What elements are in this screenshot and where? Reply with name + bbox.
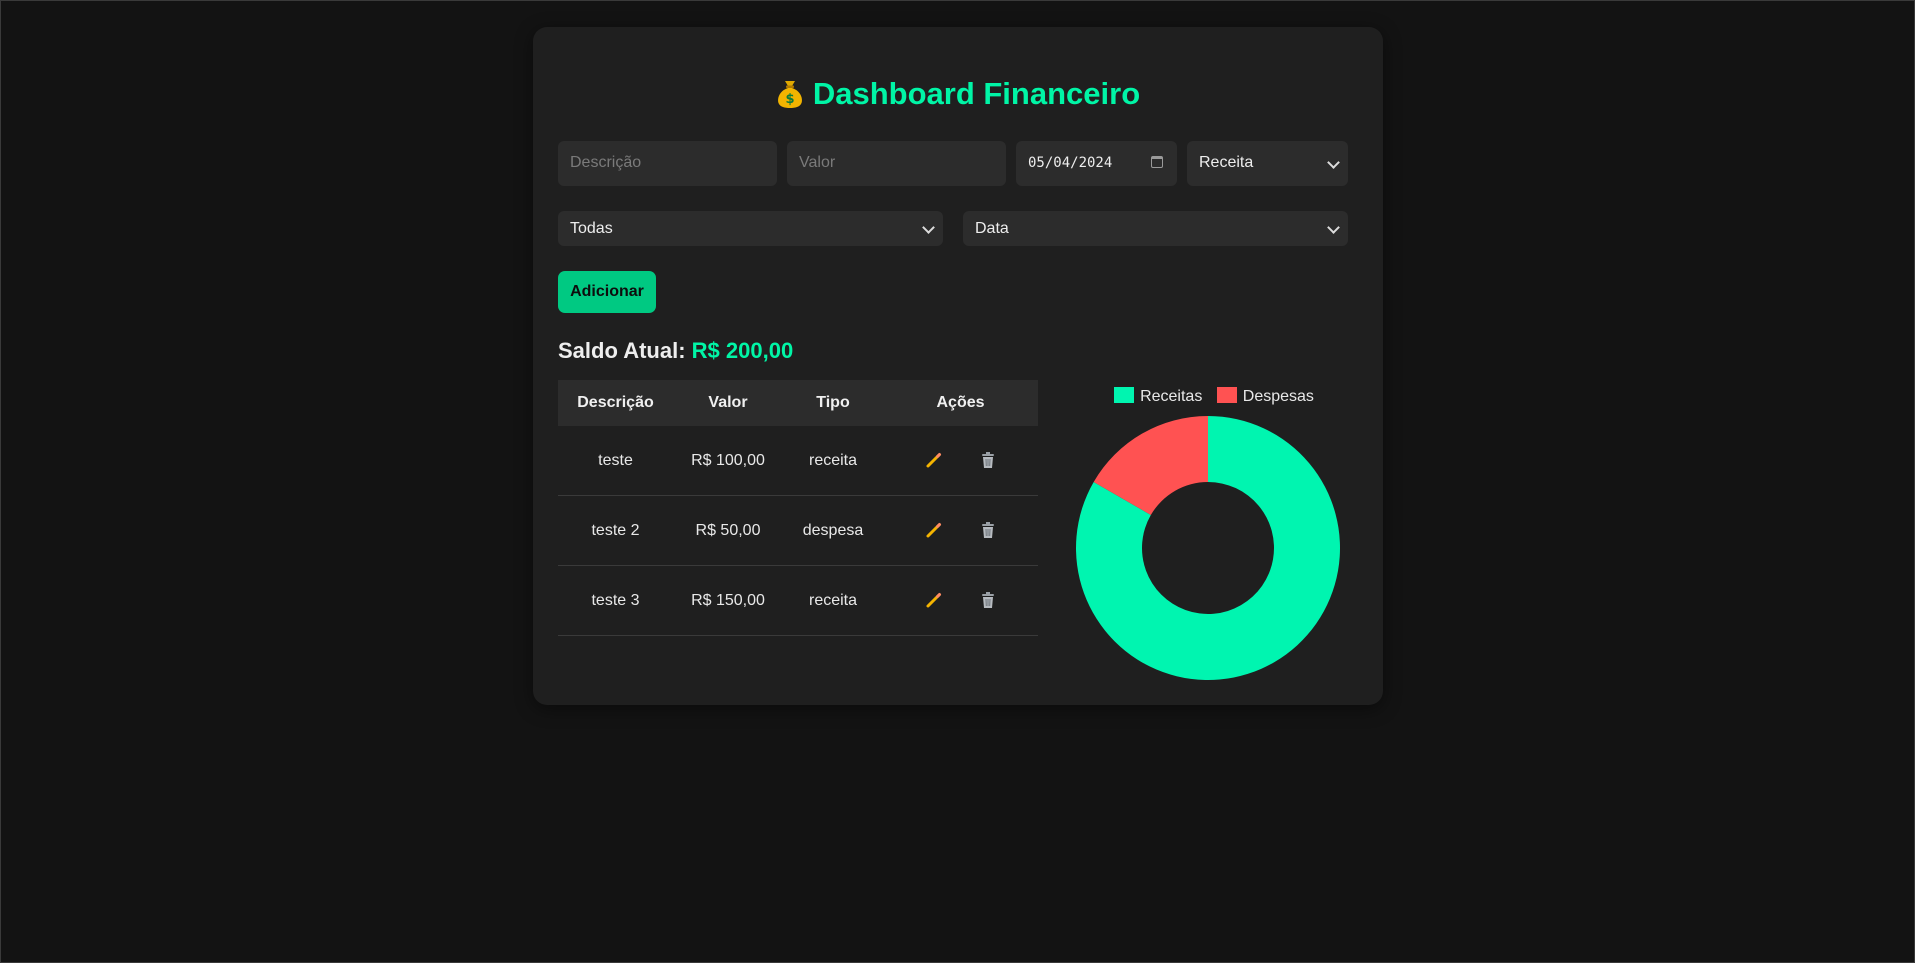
row-description: teste 2 [558, 495, 673, 566]
column-header-actions: Ações [883, 380, 1038, 426]
svg-text:$: $ [785, 92, 794, 107]
add-button[interactable]: Adicionar [558, 271, 656, 313]
column-header-value: Valor [673, 380, 783, 426]
donut-chart-svg [1076, 416, 1340, 680]
calendar-icon[interactable] [1151, 156, 1163, 168]
table-row: teste 2 R$ 50,00 despesa [558, 495, 1038, 566]
balance: Saldo Atual: R$ 200,00 [558, 334, 793, 368]
date-input[interactable]: 05/04/2024 [1016, 141, 1177, 186]
row-value: R$ 50,00 [673, 495, 783, 566]
row-type: receita [783, 426, 883, 496]
column-header-description: Descrição [558, 380, 673, 426]
value-input[interactable]: Valor [787, 141, 1006, 186]
transactions-table: Descrição Valor Tipo Ações teste R$ 100,… [558, 380, 1038, 636]
page-title: $ Dashboard Financeiro [0, 74, 1915, 114]
description-input[interactable]: Descrição [558, 141, 777, 186]
date-value: 05/04/2024 [1028, 155, 1113, 171]
page-title-text: Dashboard Financeiro [812, 76, 1141, 111]
sort-select[interactable]: Data [963, 211, 1348, 246]
edit-pencil-icon[interactable] [925, 451, 943, 469]
money-bag-icon: $ [777, 81, 802, 108]
type-select-value: Receita [1199, 154, 1254, 171]
sort-select-value: Data [975, 220, 1009, 237]
row-actions [883, 565, 1038, 636]
filter-select-value: Todas [570, 220, 613, 237]
row-value: R$ 100,00 [673, 426, 783, 496]
balance-amount: R$ 200,00 [691, 338, 794, 363]
row-value: R$ 150,00 [673, 565, 783, 636]
row-actions [883, 426, 1038, 496]
chevron-down-icon [922, 220, 935, 234]
row-type: despesa [783, 495, 883, 566]
chevron-down-icon [1327, 155, 1340, 169]
trash-icon[interactable] [979, 451, 997, 469]
chevron-down-icon [1327, 220, 1340, 234]
trash-icon[interactable] [979, 521, 997, 539]
trash-icon[interactable] [979, 591, 997, 609]
value-placeholder: Valor [799, 154, 836, 171]
row-description: teste [558, 426, 673, 496]
row-description: teste 3 [558, 565, 673, 636]
edit-pencil-icon[interactable] [925, 591, 943, 609]
table-header-row: Descrição Valor Tipo Ações [558, 380, 1038, 426]
description-placeholder: Descrição [570, 154, 642, 171]
type-select[interactable]: Receita [1187, 141, 1348, 186]
donut-chart: Receitas Despesas [1064, 380, 1364, 690]
balance-label: Saldo Atual: [558, 338, 686, 363]
edit-pencil-icon[interactable] [925, 521, 943, 539]
table-row: teste 3 R$ 150,00 receita [558, 565, 1038, 636]
column-header-type: Tipo [783, 380, 883, 426]
table-row: teste R$ 100,00 receita [558, 426, 1038, 496]
row-actions [883, 495, 1038, 566]
filter-select[interactable]: Todas [558, 211, 943, 246]
row-type: receita [783, 565, 883, 636]
